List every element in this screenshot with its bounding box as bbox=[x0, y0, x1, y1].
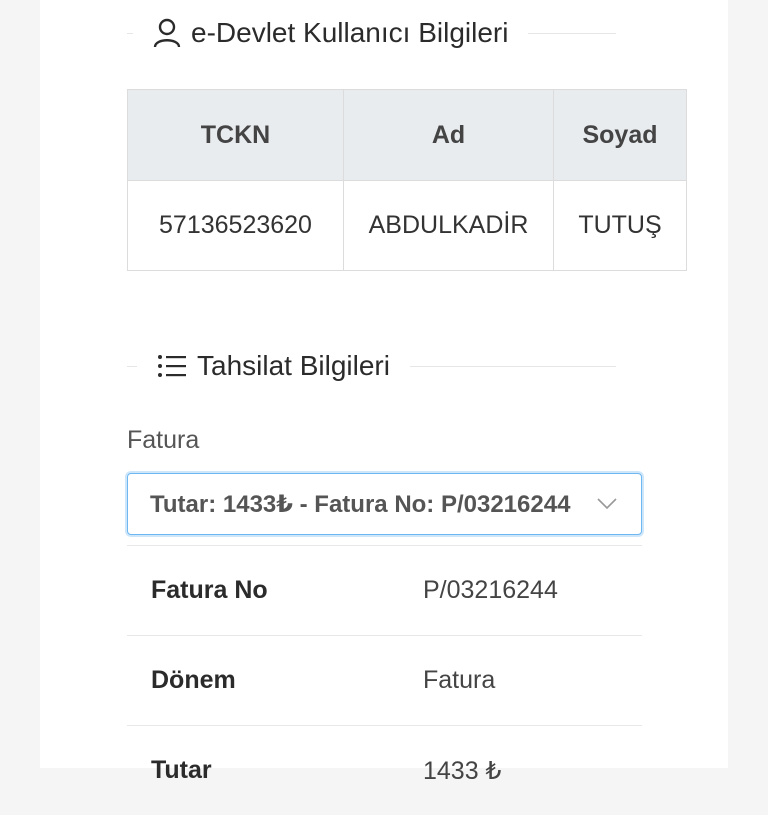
list-icon bbox=[157, 353, 187, 379]
user-icon bbox=[153, 18, 181, 48]
payment-info-title: Tahsilat Bilgileri bbox=[197, 350, 390, 381]
detail-key: Fatura No bbox=[151, 576, 268, 604]
detail-value: Fatura bbox=[423, 666, 496, 694]
invoice-select-value: Tutar: 1433₺ - Fatura No: P/03216244 bbox=[150, 490, 571, 518]
invoice-details: Fatura No P/03216244 Dönem Fatura Tutar … bbox=[127, 545, 642, 815]
header-ad: Ad bbox=[343, 89, 554, 181]
header-tckn: TCKN bbox=[127, 89, 344, 181]
payment-info-divider: Tahsilat Bilgileri bbox=[127, 343, 616, 389]
detail-key: Tutar bbox=[151, 756, 212, 784]
cell-soyad: TUTUŞ bbox=[553, 180, 687, 271]
detail-value: P/03216244 bbox=[423, 576, 558, 604]
header-soyad: Soyad bbox=[553, 89, 687, 181]
detail-key: Dönem bbox=[151, 666, 236, 694]
chevron-down-icon bbox=[595, 492, 619, 516]
user-info-table: TCKN Ad Soyad 57136523620 ABDULKADİR TUT… bbox=[127, 89, 687, 271]
invoice-label: Fatura bbox=[127, 426, 200, 454]
table-header-row: TCKN Ad Soyad bbox=[127, 89, 687, 181]
table-row: 57136523620 ABDULKADİR TUTUŞ bbox=[127, 180, 687, 271]
detail-value: 1433 ₺ bbox=[423, 756, 502, 785]
invoice-select[interactable]: Tutar: 1433₺ - Fatura No: P/03216244 bbox=[127, 473, 642, 535]
detail-row-invoice-no: Fatura No P/03216244 bbox=[127, 545, 642, 635]
cell-tckn: 57136523620 bbox=[127, 180, 344, 271]
cell-ad: ABDULKADİR bbox=[343, 180, 554, 271]
user-info-title: e-Devlet Kullanıcı Bilgileri bbox=[191, 17, 509, 48]
user-info-divider: e-Devlet Kullanıcı Bilgileri bbox=[127, 10, 617, 56]
detail-row-amount: Tutar 1433 ₺ bbox=[127, 725, 642, 815]
detail-row-period: Dönem Fatura bbox=[127, 635, 642, 725]
